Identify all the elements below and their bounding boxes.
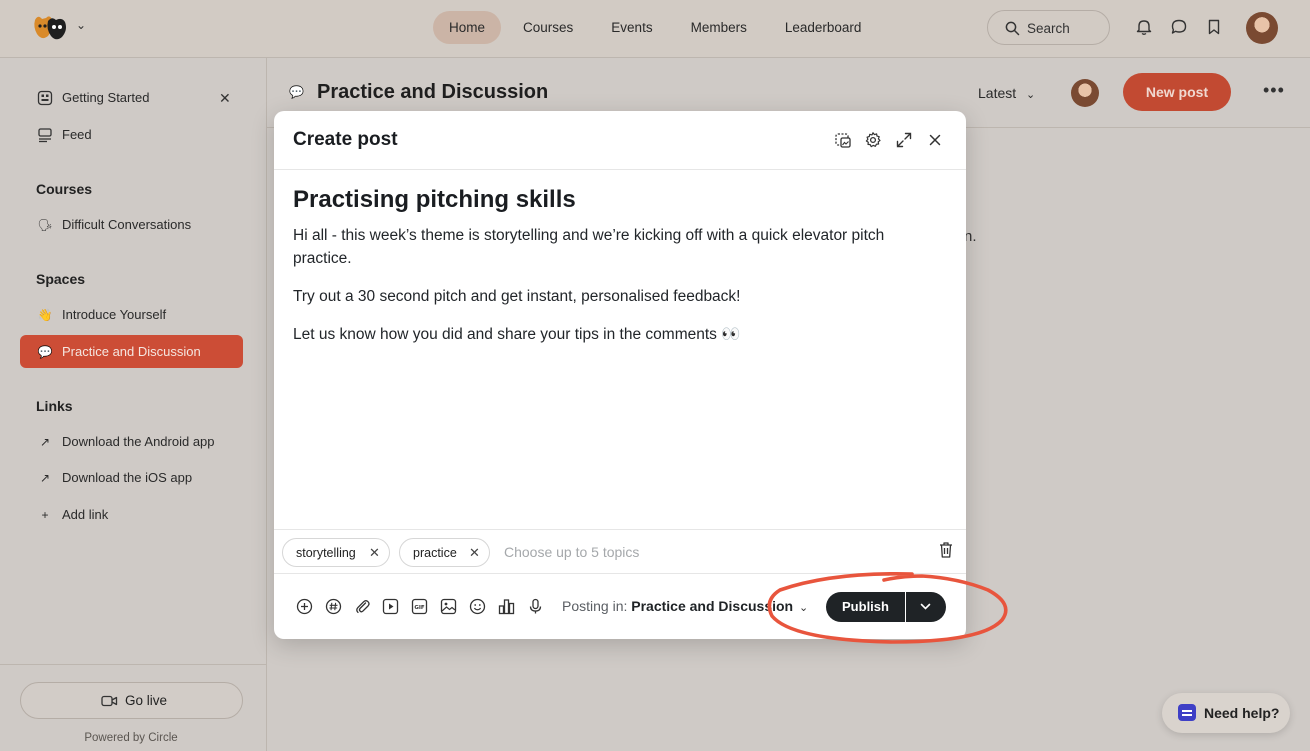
emoji-icon[interactable]: [469, 598, 486, 615]
topic-chip-label: practice: [413, 546, 457, 560]
need-help-label: Need help?: [1204, 705, 1280, 721]
search-label: Search: [1027, 21, 1070, 36]
topic-chip[interactable]: storytelling ✕: [282, 538, 390, 567]
cover-image-icon[interactable]: [834, 131, 852, 149]
close-icon[interactable]: ✕: [219, 90, 231, 107]
sidebar-item-difficult-conversations[interactable]: 🗣 Difficult Conversations: [20, 208, 243, 241]
sidebar-item-ios-app[interactable]: ↗ Download the iOS app: [20, 461, 243, 494]
help-chat-icon: [1178, 704, 1196, 721]
sort-label: Latest: [978, 85, 1017, 101]
nav-home[interactable]: Home: [433, 11, 502, 44]
community-logo[interactable]: [32, 14, 68, 42]
post-body-editor[interactable]: Hi all - this week’s theme is storytelli…: [293, 224, 943, 361]
arrow-up-right-icon: ↗: [39, 471, 51, 485]
search-button[interactable]: Search: [987, 10, 1110, 45]
gear-icon[interactable]: [864, 131, 882, 149]
hashtag-icon[interactable]: [325, 598, 342, 615]
section-heading-links: Links: [36, 398, 73, 414]
gif-icon[interactable]: GIF: [411, 598, 428, 615]
sidebar-item-introduce-yourself[interactable]: 👋 Introduce Yourself: [20, 298, 243, 331]
top-bar: ⌄ Home Courses Events Members Leaderboar…: [0, 0, 1310, 58]
sidebar-footer: Go live Powered by Circle: [0, 664, 266, 751]
remove-topic-icon[interactable]: ✕: [469, 545, 480, 561]
nav-members[interactable]: Members: [675, 11, 763, 44]
sidebar: Getting Started ✕ Feed Courses 🗣 Difficu…: [0, 58, 267, 751]
topics-bar: storytelling ✕ practice ✕ Choose up to 5…: [274, 529, 966, 574]
go-live-label: Go live: [125, 693, 168, 708]
sidebar-item-label: Download the iOS app: [62, 470, 193, 485]
video-camera-icon: [101, 695, 118, 707]
powered-by[interactable]: Powered by Circle: [0, 732, 262, 744]
posting-in-label: Posting in:: [562, 598, 628, 614]
attachment-icon[interactable]: [354, 598, 371, 615]
image-icon[interactable]: [440, 598, 457, 615]
modal-header: Create post: [274, 111, 966, 170]
speech-bubble-icon: 💬: [37, 345, 53, 359]
go-live-button[interactable]: Go live: [20, 682, 243, 719]
sidebar-item-label: Practice and Discussion: [62, 344, 201, 359]
speaking-head-icon: 🗣: [37, 218, 53, 232]
sidebar-item-label: Getting Started: [62, 90, 150, 105]
main-nav: Home Courses Events Members Leaderboard: [433, 11, 877, 44]
publish-options-button[interactable]: [906, 592, 946, 622]
sidebar-item-add-link[interactable]: + Add link: [20, 498, 243, 531]
remove-topic-icon[interactable]: ✕: [369, 545, 380, 561]
sidebar-item-label: Introduce Yourself: [62, 307, 167, 322]
video-icon[interactable]: [382, 598, 399, 615]
topic-chip-label: storytelling: [296, 546, 356, 560]
add-block-icon[interactable]: [296, 598, 313, 615]
poll-icon[interactable]: [498, 598, 515, 615]
sidebar-item-label: Difficult Conversations: [62, 217, 192, 232]
sidebar-item-android-app[interactable]: ↗ Download the Android app: [20, 425, 243, 458]
sidebar-item-label: Add link: [62, 507, 109, 522]
section-heading-courses: Courses: [36, 181, 93, 197]
publish-button[interactable]: Publish: [826, 592, 905, 622]
user-avatar[interactable]: [1246, 12, 1278, 44]
search-icon: [1005, 21, 1020, 36]
bell-icon[interactable]: [1135, 18, 1153, 36]
modal-title: Create post: [293, 129, 398, 150]
plus-icon: +: [41, 508, 49, 522]
create-post-modal: Create post Practising pitching skills H…: [274, 111, 966, 639]
grid-icon: [37, 90, 53, 106]
sidebar-item-practice-and-discussion[interactable]: 💬 Practice and Discussion: [20, 335, 243, 368]
feed-icon: [38, 128, 52, 143]
trash-icon[interactable]: [938, 541, 954, 559]
post-paragraph: Try out a 30 second pitch and get instan…: [293, 288, 741, 305]
microphone-icon[interactable]: [527, 598, 544, 615]
post-paragraph: Hi all - this week’s theme is storytelli…: [293, 227, 885, 267]
sidebar-item-getting-started[interactable]: Getting Started: [20, 81, 243, 114]
sidebar-item-label: Download the Android app: [62, 434, 215, 449]
sort-dropdown[interactable]: Latest ⌄: [978, 85, 1035, 101]
nav-courses[interactable]: Courses: [507, 11, 589, 44]
arrow-up-right-icon: ↗: [39, 435, 51, 449]
chevron-down-icon: [920, 603, 931, 610]
member-avatar[interactable]: [1071, 79, 1099, 107]
speech-bubble-icon: 💬: [289, 85, 304, 99]
topic-chip[interactable]: practice ✕: [399, 538, 490, 567]
chevron-down-icon: ⌄: [799, 602, 809, 614]
post-title-input[interactable]: Practising pitching skills: [293, 186, 576, 214]
sidebar-item-label: Feed: [62, 127, 92, 142]
waving-hand-icon: 👋: [37, 308, 53, 322]
svg-text:GIF: GIF: [414, 605, 425, 611]
expand-icon[interactable]: [895, 131, 913, 149]
chevron-down-icon[interactable]: ⌄: [76, 18, 86, 32]
chevron-down-icon: ⌄: [1026, 89, 1036, 101]
post-paragraph: Let us know how you did and share your t…: [293, 326, 741, 343]
sidebar-item-feed[interactable]: Feed: [20, 118, 243, 151]
nav-leaderboard[interactable]: Leaderboard: [769, 11, 878, 44]
nav-events[interactable]: Events: [595, 11, 668, 44]
more-options-icon[interactable]: •••: [1263, 80, 1285, 101]
new-post-button[interactable]: New post: [1123, 73, 1231, 111]
posting-in-selector[interactable]: Posting in: Practice and Discussion ⌄: [562, 598, 808, 614]
close-icon[interactable]: [926, 131, 944, 149]
bookmark-icon[interactable]: [1205, 18, 1223, 36]
chat-icon[interactable]: [1170, 18, 1188, 36]
need-help-button[interactable]: Need help?: [1162, 693, 1290, 733]
page-title: Practice and Discussion: [317, 81, 549, 103]
section-heading-spaces: Spaces: [36, 271, 86, 287]
posting-in-space: Practice and Discussion: [631, 598, 794, 614]
topics-input[interactable]: Choose up to 5 topics: [504, 544, 639, 560]
